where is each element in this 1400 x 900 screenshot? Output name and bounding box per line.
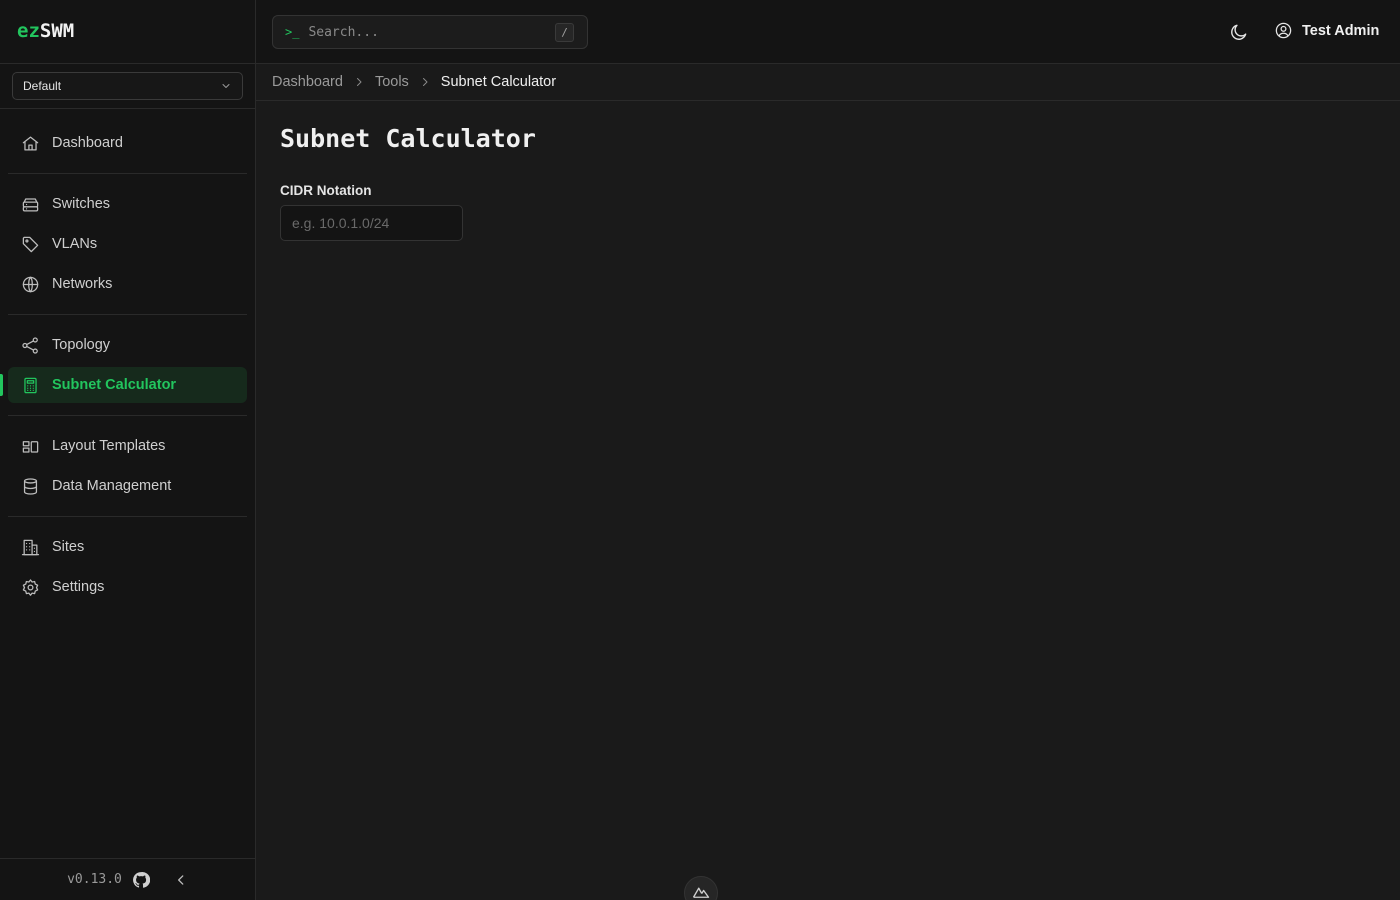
github-icon[interactable] [132,871,150,889]
site-select-value: Default [23,79,62,93]
divider [0,63,255,64]
breadcrumb-tools[interactable]: Tools [375,74,409,90]
sidebar-item-label: Settings [52,579,105,595]
logo-suffix: SWM [39,20,75,42]
moon-icon[interactable] [1229,22,1249,42]
sidebar-item-networks[interactable]: Networks [8,266,247,302]
sidebar-item-label: Subnet Calculator [52,377,177,393]
chevron-right-icon [356,78,362,86]
database-icon [23,477,38,495]
sidebar-item-label: Dashboard [52,135,123,151]
nav-separator [8,516,247,517]
nav-separator [8,314,247,315]
user-circle-icon [1275,22,1292,39]
globe-icon [22,276,39,292]
page-title: Subnet Calculator [280,124,536,153]
user-name: Test Admin [1302,22,1380,39]
logo-prefix: ez [17,20,40,42]
sidebar-item-label: Data Management [52,478,172,494]
building-icon [21,539,40,555]
sidebar: ezSWM Default Dashboard Switches VLANs N… [0,0,256,900]
devtools-button[interactable] [684,876,718,900]
home-icon [22,136,39,150]
sidebar-item-label: Sites [52,539,85,555]
sidebar-item-switches[interactable]: Switches [8,186,247,222]
version-label: v0.13.0 [67,872,122,887]
sidebar-item-label: Switches [52,196,111,212]
sidebar-item-settings[interactable]: Settings [8,569,247,605]
sidebar-item-topology[interactable]: Topology [8,327,247,363]
nuxt-icon [692,887,710,898]
cidr-label: CIDR Notation [280,183,372,198]
sidebar-item-label: Topology [52,337,111,353]
search-input[interactable]: >_ Search... / [272,15,588,49]
terminal-prompt-icon: >_ [285,25,300,39]
cidr-input[interactable] [280,205,463,241]
app-logo[interactable]: ezSWM [17,20,74,42]
calculator-icon [24,377,37,393]
sidebar-item-data-management[interactable]: Data Management [8,468,247,504]
nav-separator [8,415,247,416]
breadcrumb-dashboard[interactable]: Dashboard [272,74,343,90]
sidebar-item-label: Layout Templates [52,438,166,454]
share-icon [22,336,38,354]
breadcrumb-current: Subnet Calculator [440,74,557,90]
topbar: >_ Search... / Test Admin [256,0,1400,64]
layout-icon [22,440,39,453]
nav-separator [8,173,247,174]
search-shortcut-key: / [555,23,574,42]
chevron-left-icon[interactable] [174,873,188,887]
sidebar-item-layout-templates[interactable]: Layout Templates [8,428,247,464]
sidebar-item-label: VLANs [52,236,98,252]
active-indicator [0,374,3,396]
divider [0,108,255,109]
app-root: ezSWM Default Dashboard Switches VLANs N… [0,0,1400,900]
sidebar-item-vlans[interactable]: VLANs [8,226,247,262]
sidebar-item-label: Networks [52,276,113,292]
chevron-down-icon [222,84,230,88]
sidebar-item-dashboard[interactable]: Dashboard [8,125,247,161]
chevron-right-icon [422,78,428,86]
breadcrumb: Dashboard Tools Subnet Calculator [256,64,1400,101]
sidebar-item-subnet-calculator[interactable]: Subnet Calculator [8,367,247,403]
gear-icon [22,578,39,596]
user-menu[interactable]: Test Admin [1274,21,1379,40]
sidebar-footer: v0.13.0 [0,858,255,900]
site-select[interactable]: Default [12,72,243,100]
tag-icon [22,236,39,252]
search-placeholder: Search... [308,24,379,40]
server-icon [22,197,39,211]
sidebar-item-sites[interactable]: Sites [8,529,247,565]
